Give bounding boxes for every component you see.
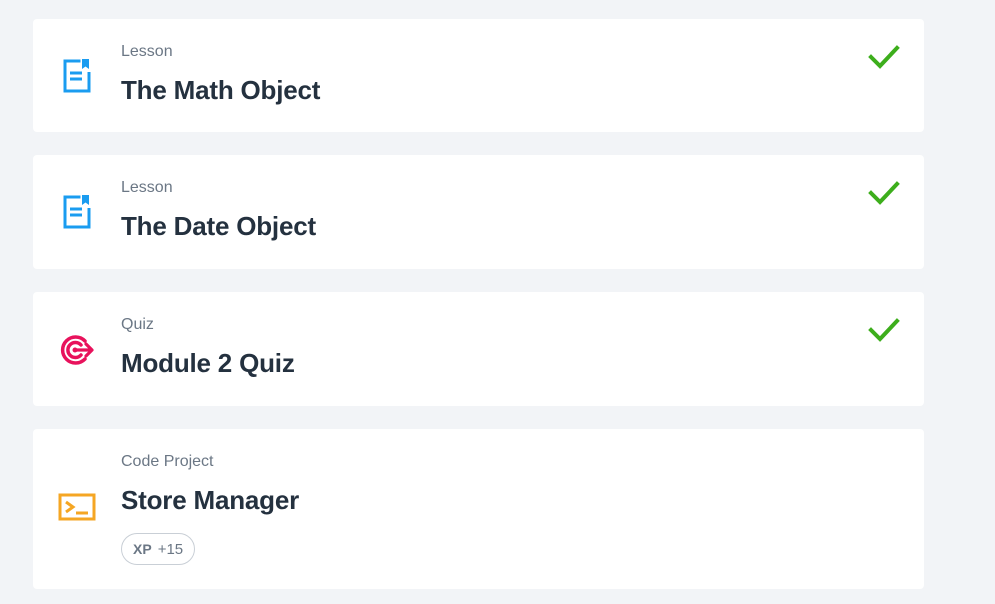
item-title: The Math Object <box>121 75 321 105</box>
item-type-label: Lesson <box>121 43 173 60</box>
item-title: The Date Object <box>121 211 316 241</box>
completed-check-icon <box>868 45 900 69</box>
xp-value: +15 <box>157 540 184 558</box>
lesson-doc-icon <box>57 192 97 232</box>
module-item-card[interactable]: Lesson The Math Object <box>33 19 924 132</box>
item-title: Store Manager <box>121 485 300 515</box>
module-item-card[interactable]: Code Project Store Manager XP +15 <box>33 429 924 589</box>
xp-label: XP <box>133 541 152 557</box>
completed-check-icon <box>868 318 900 342</box>
module-item-list: Lesson The Math Object Lesson The Date O… <box>0 0 995 604</box>
module-item-card[interactable]: Lesson The Date Object <box>33 155 924 269</box>
item-type-label: Lesson <box>121 179 173 196</box>
lesson-doc-icon <box>57 56 97 96</box>
item-type-label: Quiz <box>121 316 154 333</box>
item-title: Module 2 Quiz <box>121 348 295 378</box>
module-item-card[interactable]: Quiz Module 2 Quiz <box>33 292 924 406</box>
code-terminal-icon <box>57 489 97 529</box>
item-type-label: Code Project <box>121 453 214 470</box>
quiz-target-icon <box>57 330 97 370</box>
completed-check-icon <box>868 181 900 205</box>
xp-badge: XP +15 <box>121 533 196 565</box>
